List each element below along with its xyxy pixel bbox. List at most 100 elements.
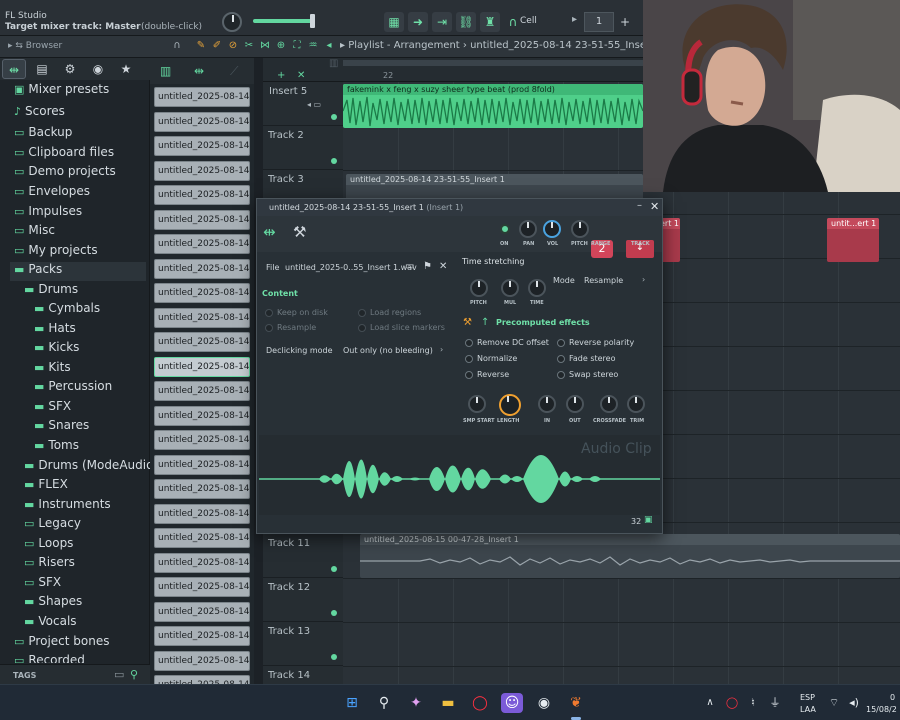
arrow-right-icon[interactable]: ➜ (408, 12, 428, 32)
add-track-icon[interactable]: + (277, 70, 285, 81)
sample-start-knob[interactable] (468, 395, 486, 413)
track-header-track-2[interactable]: Track 2 (263, 126, 343, 170)
file-name[interactable]: untitled_2025-0..55_Insert 1.wav (285, 263, 417, 272)
search-icon[interactable]: ⚲ (373, 693, 395, 713)
channel-settings-window[interactable]: untitled_2025-08-14 23-51-55_Insert 1 (I… (256, 198, 663, 534)
browser-item-packs[interactable]: ▬ Packs (10, 262, 146, 281)
clip-list-item[interactable]: untitled_2025-08-14 23-... (154, 136, 250, 156)
browser-online-tab-icon[interactable]: ◉ (86, 59, 110, 79)
clip-list-item[interactable]: untitled_2025-08-14 23-... (154, 381, 250, 401)
automation-icon[interactable]: ⟋ (230, 64, 238, 79)
clip-list-item[interactable]: untitled_2025-08-14 23-... (154, 161, 250, 181)
trim-knob[interactable] (627, 395, 645, 413)
remove-track-icon[interactable]: ✕ (297, 70, 305, 81)
swap-stereo-radio[interactable] (557, 371, 565, 379)
link-icon[interactable]: ⛓ (456, 12, 476, 32)
master-pitch-knob[interactable] (222, 12, 242, 32)
track-header-track-12[interactable]: Track 12 (263, 578, 343, 622)
pitch-knob[interactable] (571, 220, 589, 238)
clock-date[interactable]: 15/08/2 (866, 705, 897, 714)
usb-icon[interactable]: ⏚ (764, 693, 786, 713)
master-volume-handle[interactable] (310, 14, 315, 28)
chevron-up-icon[interactable]: ∧ (699, 693, 721, 713)
keyboard-icon[interactable]: ▦ (384, 12, 404, 32)
browser-item-my-projects[interactable]: ▭ My projects (14, 243, 98, 262)
mode-dropdown[interactable]: Resample (584, 276, 623, 285)
clip-list-item[interactable]: untitled_2025-08-14 23-... (154, 210, 250, 230)
track-enable-dot[interactable] (331, 610, 337, 616)
wrench-icon[interactable]: ⚒ (293, 223, 306, 241)
browser-item-shapes[interactable]: ▬ Shapes (24, 594, 82, 613)
discord-icon[interactable]: ☺ (501, 693, 523, 713)
reverse-polarity-radio[interactable] (557, 339, 565, 347)
audio-clip-icon[interactable]: ⇹ (194, 64, 204, 78)
microphone-icon[interactable]: ♮ (742, 693, 764, 713)
browser-item-impulses[interactable]: ▭ Impulses (14, 204, 82, 223)
close-icon[interactable]: ✕ (650, 200, 659, 213)
wifi-icon[interactable]: ⌔ (823, 693, 845, 713)
scroll-icon[interactable]: ▥ (329, 58, 338, 69)
opera-icon[interactable]: ◯ (469, 693, 491, 713)
browser-item-instruments[interactable]: ▬ Instruments (24, 497, 111, 516)
browser-item-hats[interactable]: ▬ Hats (34, 321, 76, 340)
keep-on-disk-radio[interactable] (265, 309, 273, 317)
clip-list-item[interactable]: untitled_2025-08-14 23-... (154, 112, 250, 132)
search-icon[interactable]: ⚲ (130, 668, 138, 681)
clip-list-item[interactable]: untitled_2025-08-14 23-... (154, 87, 250, 107)
clip-list-item[interactable]: untitled_2025-08-14 23-... (154, 577, 250, 597)
folder-icon[interactable]: ▭ (114, 668, 124, 681)
ts-time-knob[interactable] (528, 279, 546, 297)
browser-item-flex[interactable]: ▬ FLEX (24, 477, 68, 496)
clip-list-item[interactable]: untitled_2025-08-14 23-... (154, 430, 250, 450)
clip-list-item[interactable]: untitled_2025-08-14 23-... (154, 651, 250, 671)
browser-item-risers[interactable]: ▭ Risers (24, 555, 75, 574)
track-enable-dot[interactable] (331, 566, 337, 572)
fit-icon[interactable]: ⛶ (290, 39, 304, 53)
open-folder-icon[interactable]: ▭ (405, 261, 414, 272)
channel-settings-titlebar[interactable]: untitled_2025-08-14 23-51-55_Insert 1 (I… (257, 199, 662, 216)
clip-list-item[interactable]: untitled_2025-08-14 23-... (154, 602, 250, 622)
audio-clip-red-2[interactable]: untit...ert 1 (827, 218, 879, 262)
clip-list-item[interactable]: untitled_2025-08-14 23-... (154, 357, 250, 377)
zoom-icon[interactable]: ⊕ (274, 39, 288, 53)
windows-start-icon[interactable]: ⊞ (341, 693, 363, 713)
speaker-icon[interactable]: ◂ ▭ (307, 100, 321, 109)
ts-pitch-knob[interactable] (470, 279, 488, 297)
fade-out-knob[interactable] (566, 395, 584, 413)
browser-item-snares[interactable]: ▬ Snares (34, 418, 89, 437)
brush-icon[interactable]: ✎ (194, 39, 208, 53)
master-volume-slider[interactable] (253, 19, 313, 23)
pan-knob[interactable] (519, 220, 537, 238)
browser-item-toms[interactable]: ▬ Toms (34, 438, 79, 457)
browser-item-loops[interactable]: ▭ Loops (24, 536, 73, 555)
snap-arrow-icon[interactable]: ▸ (572, 14, 577, 25)
timeline-scrollbar[interactable] (343, 60, 643, 66)
browser-item-legacy[interactable]: ▭ Legacy (24, 516, 81, 535)
pin-icon[interactable]: ⚑ (423, 261, 432, 272)
speaker-icon[interactable]: ◂ (322, 39, 336, 53)
chevron-right-icon[interactable]: › (440, 345, 443, 354)
track-header-track-13[interactable]: Track 13 (263, 622, 343, 666)
clip-list-item[interactable]: untitled_2025-08-14 23-... (154, 528, 250, 548)
load-slice-markers-radio[interactable] (358, 324, 366, 332)
minimize-icon[interactable]: – (637, 200, 642, 211)
audio-clip-red-1[interactable]: ert 1 (660, 218, 680, 262)
clip-list-item[interactable]: untitled_2025-08-14 23-... (154, 479, 250, 499)
clip-list-item[interactable]: untitled_2025-08-14 23-... (154, 553, 250, 573)
ts-mul-knob[interactable] (501, 279, 519, 297)
browser-item-envelopes[interactable]: ▭ Envelopes (14, 184, 90, 203)
load-regions-radio[interactable] (358, 309, 366, 317)
volume-knob[interactable] (543, 220, 561, 238)
browser-item-misc[interactable]: ▭ Misc (14, 223, 55, 242)
clip-list-item[interactable]: untitled_2025-08-14 23-... (154, 455, 250, 475)
browser-item-sfx-pack[interactable]: ▭ SFX (24, 575, 61, 594)
browser-item-sfx[interactable]: ▬ SFX (34, 399, 71, 418)
mute-icon[interactable]: ⊘ (226, 39, 240, 53)
browser-item-drums-modeaudio[interactable]: ▬ Drums (ModeAudio) (24, 458, 158, 477)
chevron-right-icon[interactable]: › (642, 275, 645, 284)
clip-list-item[interactable]: untitled_2025-08-14 23-... (154, 308, 250, 328)
browser-item-recorded[interactable]: ▭ Recorded (14, 653, 85, 663)
reverse-radio[interactable] (465, 371, 473, 379)
browser-favorites-tab-icon[interactable]: ★ (114, 59, 138, 79)
browser-item-scores[interactable]: ♪ Scores (14, 104, 65, 123)
